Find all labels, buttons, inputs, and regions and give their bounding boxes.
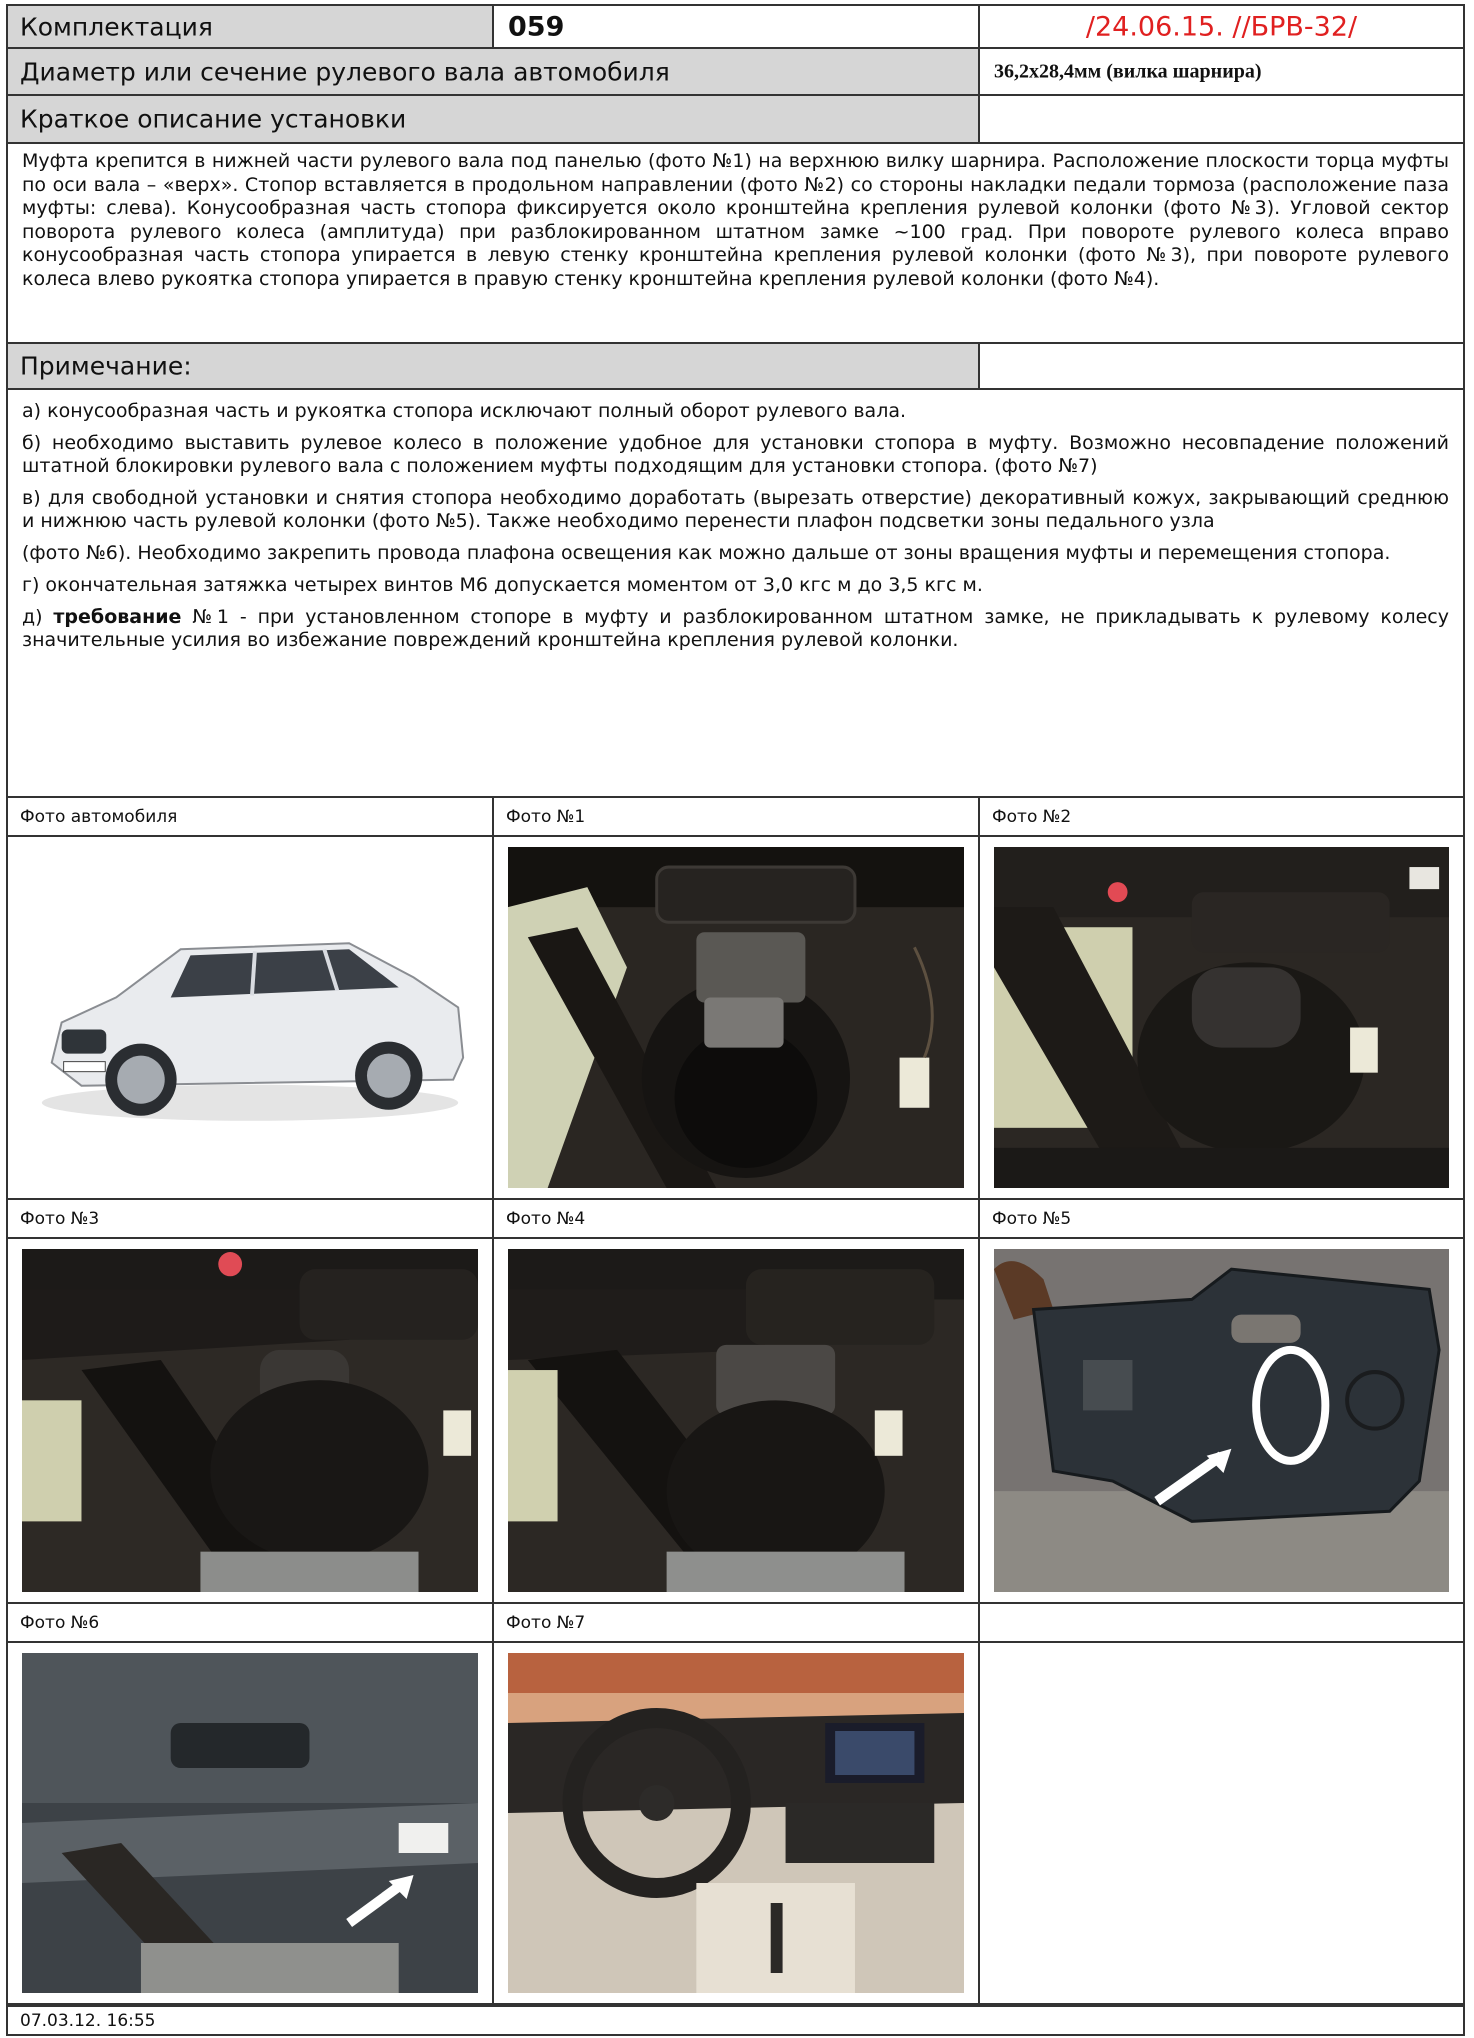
photo-row-1 xyxy=(6,837,1465,1200)
photo-1-image xyxy=(508,847,964,1188)
photo-cell-car xyxy=(8,837,494,1198)
komplektaciya-value-cell: 059 xyxy=(494,6,980,47)
note-v-cont: (фото №6). Необходимо закрепить провода … xyxy=(22,542,1391,564)
caption-cell-p4: Фото №4 xyxy=(494,1200,980,1237)
notes-list: а) конусообразная часть и рукоятка стопо… xyxy=(22,400,1449,661)
description-text: Муфта крепится в нижней части рулевого в… xyxy=(22,150,1449,290)
note-d: д) требование №1 - при установленном сто… xyxy=(22,606,1449,652)
photo-row-3 xyxy=(6,1643,1465,2005)
caption-cell-p6: Фото №6 xyxy=(8,1604,494,1641)
caption-cell-p2: Фото №2 xyxy=(980,798,1463,835)
header-row-komplektaciya: Комплектация 059 /24.06.15. //БРВ-32/ xyxy=(6,4,1465,49)
note-a: а) конусообразная часть и рукоятка стопо… xyxy=(22,400,907,422)
note-g: г) окончательная затяжка четырех винтов … xyxy=(22,574,983,596)
header-row-shaft: Диаметр или сечение рулевого вала автомо… xyxy=(6,49,1465,96)
photo-6-image xyxy=(22,1653,478,1993)
caption-row-2: Фото №3 Фото №4 Фото №5 xyxy=(6,1200,1465,1239)
notes-block: а) конусообразная часть и рукоятка стопо… xyxy=(6,390,1465,798)
notes-empty-cell xyxy=(980,344,1463,388)
footer: 07.03.12. 16:55 xyxy=(6,2005,1465,2036)
photo-cell-4 xyxy=(494,1239,980,1602)
note-b: б) необходимо выставить рулевое колесо в… xyxy=(22,432,1449,477)
install-empty-cell xyxy=(980,96,1463,142)
caption-cell-p3: Фото №3 xyxy=(8,1200,494,1237)
caption-photo-3: Фото №3 xyxy=(20,1208,100,1229)
notes-label: Примечание: xyxy=(20,351,192,381)
photo-cell-7 xyxy=(494,1643,980,2003)
caption-photo-7: Фото №7 xyxy=(506,1612,586,1633)
caption-row-1: Фото автомобиля Фото №1 Фото №2 xyxy=(6,798,1465,837)
note-d-prefix: д) xyxy=(22,606,54,628)
caption-photo-5: Фото №5 xyxy=(992,1208,1072,1229)
caption-row-3: Фото №6 Фото №7 xyxy=(6,1604,1465,1643)
photo-cell-2 xyxy=(980,837,1463,1198)
komplektaciya-value: 059 xyxy=(508,11,565,42)
car-photo xyxy=(22,847,478,1188)
note-d-text: №1 - при установленном стопоре в муфту и… xyxy=(22,606,1449,651)
caption-cell-p5: Фото №5 xyxy=(980,1200,1463,1237)
komplektaciya-label-cell: Комплектация xyxy=(8,6,494,47)
photo-row-2 xyxy=(6,1239,1465,1604)
photo-cell-5 xyxy=(980,1239,1463,1602)
shaft-value-cell: 36,2x28,4мм (вилка шарнира) xyxy=(980,49,1463,94)
caption-car: Фото автомобиля xyxy=(20,806,178,827)
caption-cell-empty xyxy=(980,1604,1463,1641)
photo-cell-6 xyxy=(8,1643,494,2003)
photo-3-image xyxy=(22,1249,478,1592)
install-label-cell: Краткое описание установки xyxy=(8,96,980,142)
note-d-requirement: требование xyxy=(53,606,182,628)
photo-4-image xyxy=(508,1249,964,1592)
notes-header-row: Примечание: xyxy=(6,344,1465,390)
shaft-label: Диаметр или сечение рулевого вала автомо… xyxy=(20,57,670,86)
description-block: Муфта крепится в нижней части рулевого в… xyxy=(6,144,1465,344)
install-label: Краткое описание установки xyxy=(20,104,407,134)
header-row-install: Краткое описание установки xyxy=(6,96,1465,144)
photo-cell-empty xyxy=(980,1643,1463,2003)
caption-cell-p1: Фото №1 xyxy=(494,798,980,835)
caption-photo-4: Фото №4 xyxy=(506,1208,586,1229)
footer-timestamp: 07.03.12. 16:55 xyxy=(20,2010,156,2031)
note-v: в) для свободной установки и снятия стоп… xyxy=(22,487,1449,532)
doc-code-cell: /24.06.15. //БРВ-32/ xyxy=(980,6,1463,47)
caption-photo-1: Фото №1 xyxy=(506,806,586,827)
komplektaciya-label: Комплектация xyxy=(20,12,213,41)
caption-cell-p7: Фото №7 xyxy=(494,1604,980,1641)
caption-photo-6: Фото №6 xyxy=(20,1612,100,1633)
doc-code: /24.06.15. //БРВ-32/ xyxy=(1085,11,1358,42)
photo-cell-3 xyxy=(8,1239,494,1602)
photo-2-image xyxy=(994,847,1449,1188)
caption-photo-2: Фото №2 xyxy=(992,806,1072,827)
shaft-value: 36,2x28,4мм (вилка шарнира) xyxy=(994,60,1262,82)
photo-5-image xyxy=(994,1249,1449,1592)
installation-sheet: Комплектация 059 /24.06.15. //БРВ-32/ Ди… xyxy=(0,0,1474,2038)
photo-cell-1 xyxy=(494,837,980,1198)
photo-7-image xyxy=(508,1653,964,1993)
notes-label-cell: Примечание: xyxy=(8,344,980,388)
caption-cell-car: Фото автомобиля xyxy=(8,798,494,835)
shaft-label-cell: Диаметр или сечение рулевого вала автомо… xyxy=(8,49,980,94)
